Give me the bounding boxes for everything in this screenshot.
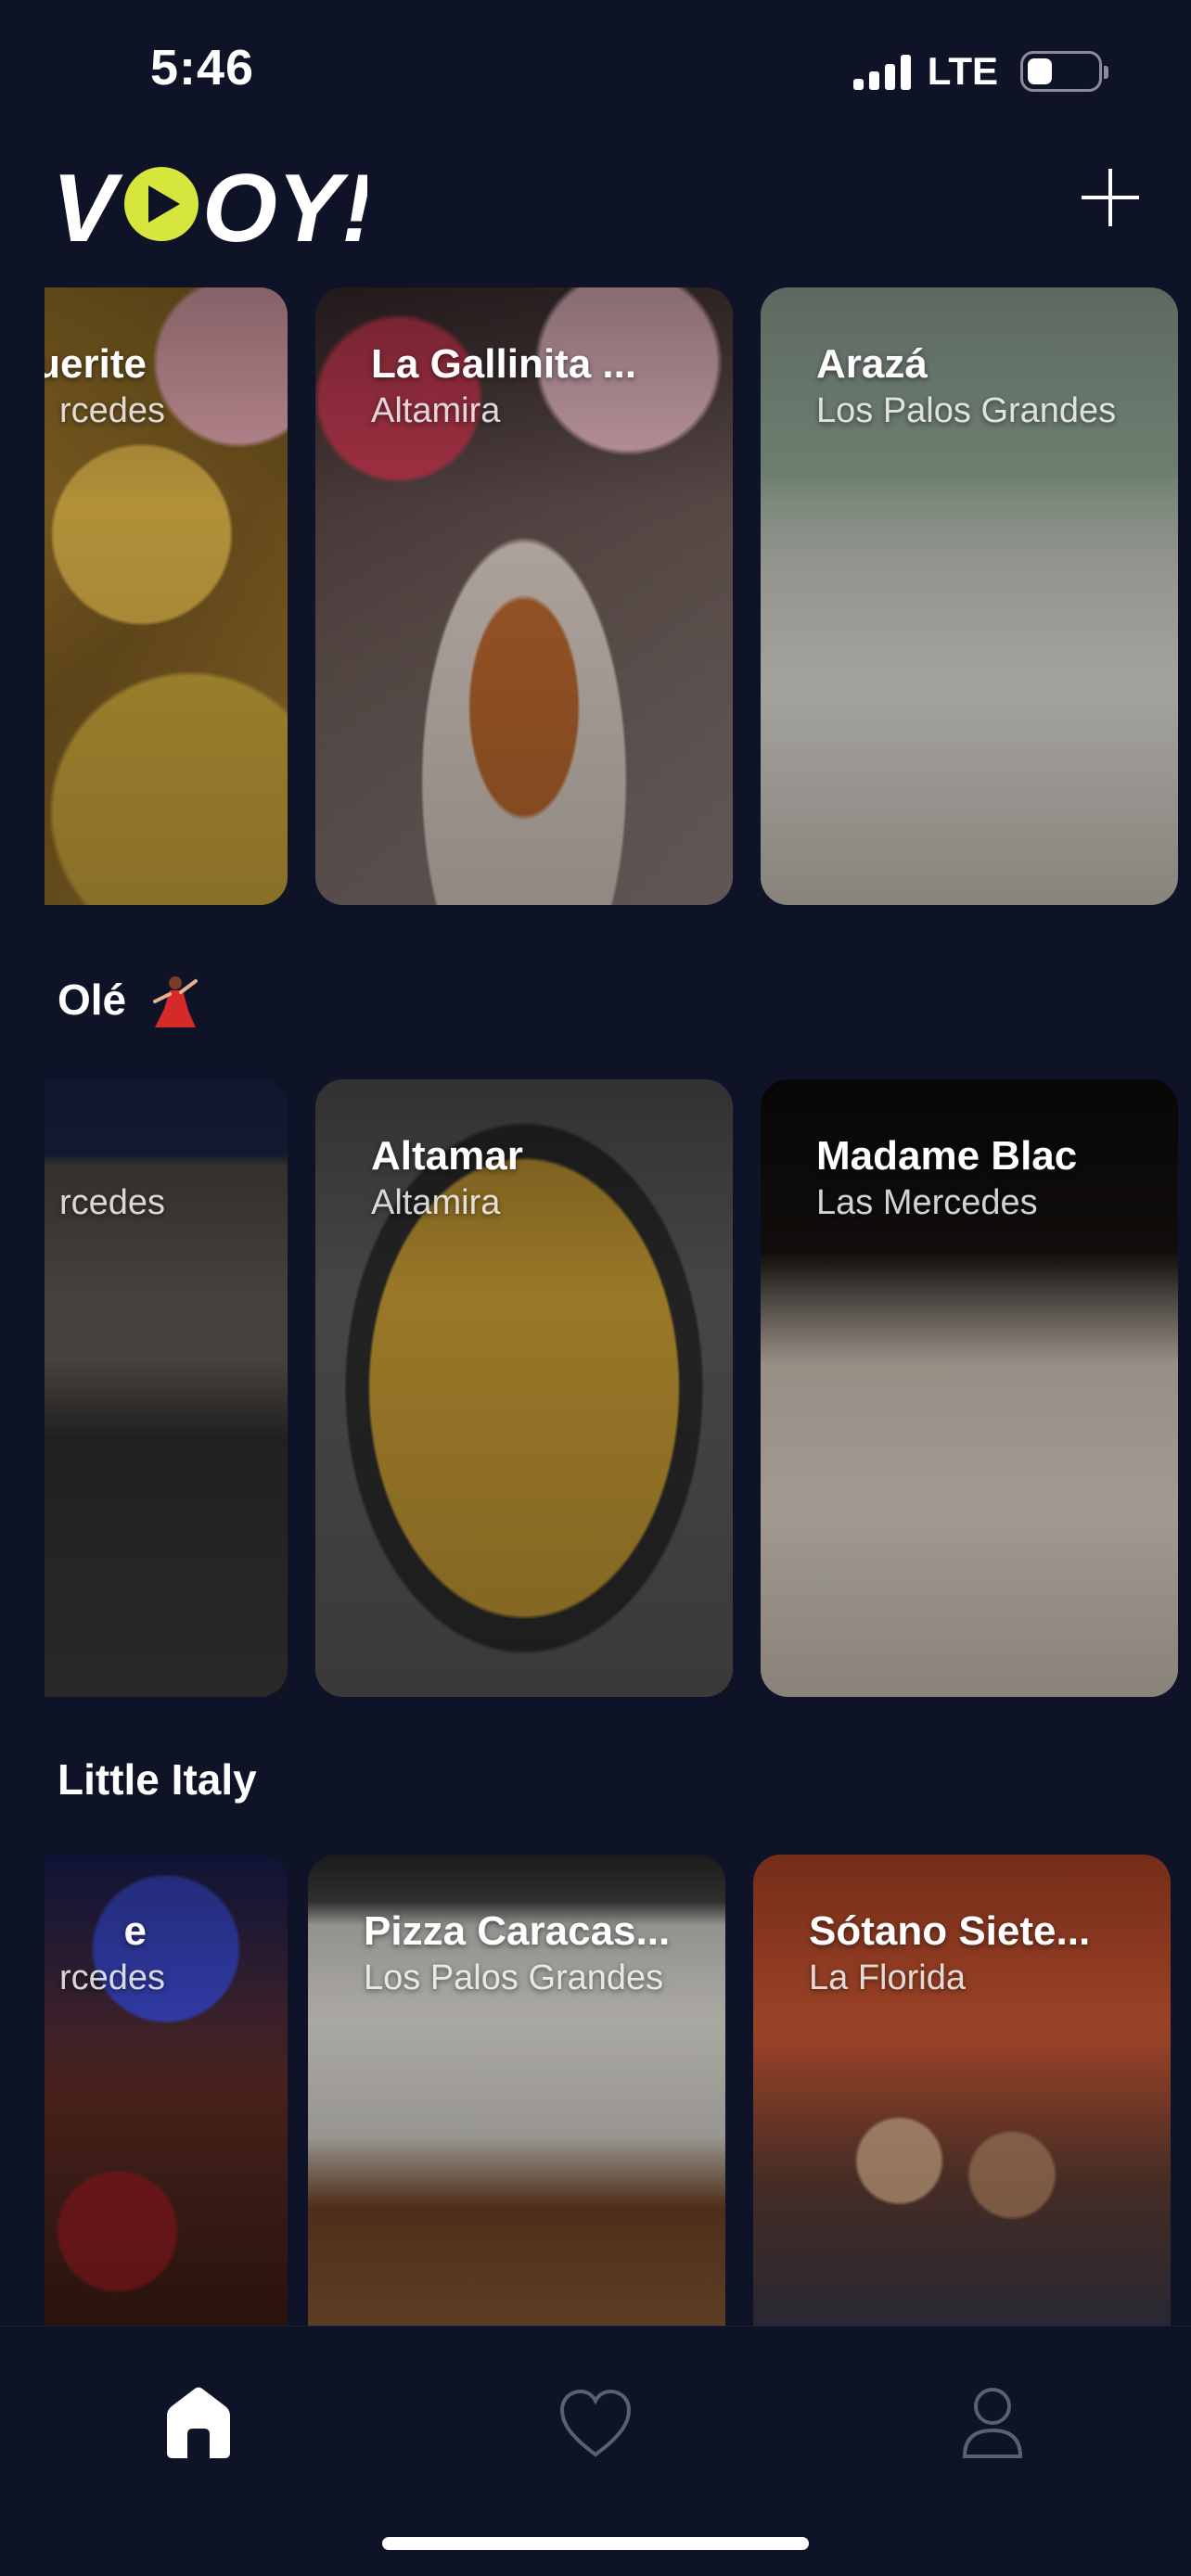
restaurant-card[interactable]: Pizza Caracas... Los Palos Grandes (308, 1855, 725, 2326)
restaurant-card[interactable]: e rcedes (45, 1855, 288, 2326)
dancer-emoji-icon (147, 974, 199, 1033)
restaurant-area: rcedes (58, 1183, 165, 1222)
svg-text:OY!: OY! (202, 156, 367, 258)
restaurant-area: Los Palos Grandes (364, 1958, 664, 1997)
status-indicators: LTE (852, 48, 1108, 95)
restaurant-name: La Gallinita ... (371, 341, 637, 387)
network-label: LTE (927, 49, 998, 93)
tab-profile[interactable] (937, 2373, 1048, 2466)
tab-favorites[interactable] (540, 2373, 651, 2466)
section-title: Olé (58, 974, 199, 1033)
restaurant-area: rcedes (58, 391, 165, 430)
restaurant-card[interactable]: rcedes (45, 1079, 288, 1697)
svg-text:V: V (52, 156, 123, 258)
signal-icon (852, 53, 911, 90)
restaurant-name: Altamar (371, 1133, 523, 1179)
restaurant-card[interactable]: Sótano Siete... La Florida (753, 1855, 1171, 2326)
home-indicator[interactable] (382, 2537, 809, 2550)
restaurant-area: rcedes (58, 1958, 165, 1997)
battery-icon (1020, 51, 1108, 92)
restaurant-card[interactable]: Arazá Los Palos Grandes (761, 287, 1178, 905)
restaurant-name: uerite (45, 341, 147, 387)
tab-home[interactable] (143, 2373, 254, 2466)
restaurant-name: Madame Blac (816, 1133, 1078, 1179)
vooy-logo: V OY! (52, 155, 374, 262)
restaurant-card[interactable]: La Gallinita ... Altamira (315, 287, 733, 905)
restaurant-card[interactable]: uerite rcedes (45, 287, 288, 905)
restaurant-card[interactable]: Altamar Altamira (315, 1079, 733, 1697)
heart-icon (559, 2389, 632, 2457)
restaurant-area: Altamira (371, 391, 501, 430)
section-title: Little Italy (58, 1755, 257, 1804)
restaurant-area: Las Mercedes (816, 1183, 1038, 1222)
restaurant-name: Sótano Siete... (809, 1908, 1091, 1954)
restaurant-name: e (123, 1908, 147, 1954)
add-button[interactable] (1078, 165, 1143, 230)
restaurant-area: La Florida (809, 1958, 966, 1997)
profile-icon (962, 2388, 1023, 2458)
home-icon (167, 2387, 230, 2458)
restaurant-card[interactable]: Madame Blac Las Mercedes (761, 1079, 1178, 1697)
restaurant-name: Pizza Caracas... (364, 1908, 671, 1954)
status-time: 5:46 (150, 40, 255, 96)
app-screen: 5:46 LTE V OY! uerite rcedes La Gallinit… (0, 0, 1191, 2576)
section-title-text: Olé (58, 976, 127, 1025)
restaurant-name: Arazá (816, 341, 928, 387)
app-logo: V OY! (52, 155, 374, 262)
restaurant-area: Los Palos Grandes (816, 391, 1117, 430)
restaurant-area: Altamira (371, 1183, 501, 1222)
